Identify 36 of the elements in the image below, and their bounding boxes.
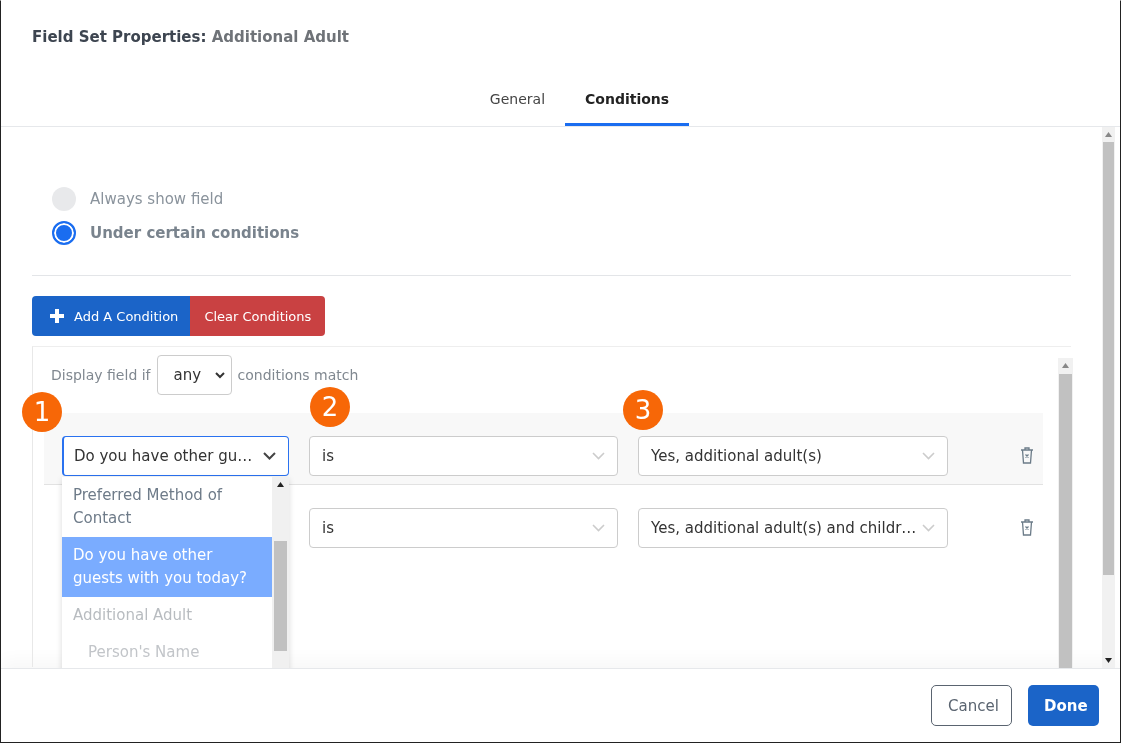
scrollbar[interactable] (1058, 358, 1073, 668)
match-prefix-text: Display field if (51, 367, 151, 383)
radio-button[interactable] (52, 221, 76, 245)
scrollbar[interactable] (1102, 127, 1115, 668)
value-select[interactable]: Yes, additional adult(s) and childr… (638, 507, 948, 548)
plus-icon (50, 309, 64, 323)
triangle-up-icon[interactable] (277, 482, 284, 487)
chevron-down-icon (922, 523, 935, 532)
dropdown-option[interactable]: Preferred Method of Contact (62, 477, 272, 537)
scrollbar[interactable] (272, 477, 289, 668)
field-select[interactable]: Do you have other gu… (62, 435, 289, 476)
add-condition-button[interactable]: Add A Condition (32, 296, 191, 336)
tab[interactable]: General (469, 91, 566, 126)
delete-icon[interactable] (1020, 519, 1034, 536)
done-button[interactable]: Done (1028, 685, 1099, 726)
cancel-button[interactable]: Cancel (931, 685, 1012, 726)
match-select[interactable]: any (156, 355, 232, 395)
triangle-down-icon[interactable] (1105, 658, 1112, 663)
radio-label[interactable]: Under certain conditions (90, 224, 300, 242)
chevron-down-icon (214, 371, 225, 379)
callout-badge: 2 (310, 387, 350, 427)
callout-badge: 1 (22, 392, 62, 432)
delete-icon[interactable] (1020, 447, 1034, 464)
operator-select[interactable]: is (309, 507, 618, 548)
dialog-title: Field Set Properties: Additional Adult (31, 27, 350, 46)
tab[interactable]: Conditions (565, 91, 690, 126)
chevron-down-icon (592, 523, 605, 532)
chevron-down-icon (592, 451, 605, 460)
callout-badge: 3 (623, 390, 663, 430)
operator-select[interactable]: is (309, 435, 618, 476)
chevron-down-icon (922, 451, 935, 460)
chevron-down-icon (263, 451, 276, 460)
clear-conditions-button[interactable]: Clear Conditions (190, 296, 326, 336)
value-select[interactable]: Yes, additional adult(s) (638, 435, 948, 476)
match-suffix-text: conditions match (237, 367, 359, 383)
dropdown-group-label: Additional Adult (72, 605, 194, 626)
